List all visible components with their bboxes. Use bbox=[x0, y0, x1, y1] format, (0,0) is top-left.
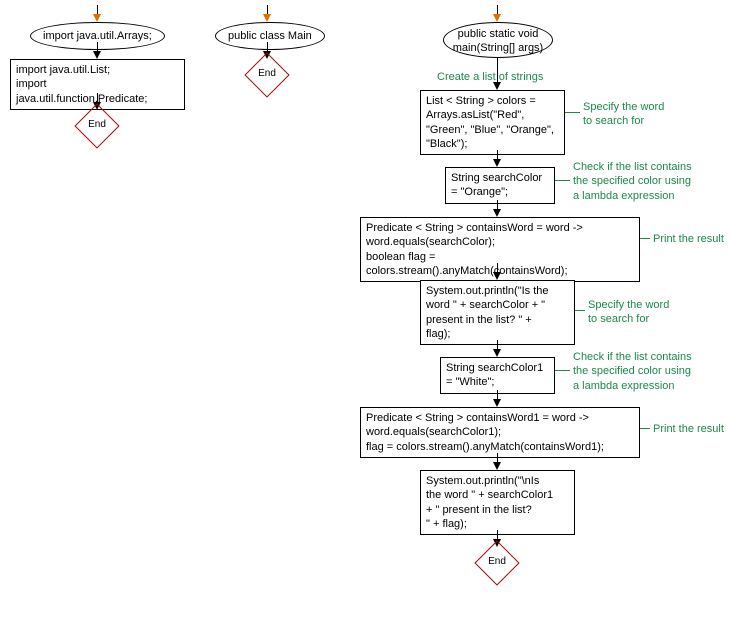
node-text: import java.util.List; import java.util.… bbox=[16, 64, 147, 105]
node-text: List < String > colors = Arrays.asList("… bbox=[426, 95, 554, 150]
end-node-f3: End bbox=[481, 547, 513, 579]
end-label: End bbox=[251, 68, 283, 79]
end-label: End bbox=[481, 556, 513, 567]
comment-connector bbox=[565, 112, 580, 113]
comment-connector bbox=[555, 370, 570, 371]
start-node-f2: public class Main bbox=[215, 22, 325, 50]
comment-specify-word-1: Specify the word to search for bbox=[583, 100, 664, 129]
node-text: System.out.println("Is the word " + sear… bbox=[426, 285, 549, 340]
arrow-head-icon bbox=[93, 14, 101, 22]
arrow-head-icon bbox=[493, 399, 501, 407]
code-node-predicate-2: Predicate < String > containsWord1 = wor… bbox=[360, 407, 640, 458]
connector-line bbox=[497, 58, 498, 83]
comment-check-2: Check if the list contains the specified… bbox=[573, 350, 692, 393]
arrow-head-icon bbox=[493, 159, 501, 167]
node-text: System.out.println("\nIs the word " + se… bbox=[426, 475, 553, 530]
code-node-println-2: System.out.println("\nIs the word " + se… bbox=[420, 470, 575, 535]
flowchart-canvas: import java.util.Arrays; import java.uti… bbox=[0, 0, 739, 644]
code-node-list: List < String > colors = Arrays.asList("… bbox=[420, 90, 565, 155]
arrow-head-icon bbox=[493, 82, 501, 90]
comment-specify-word-2: Specify the word to search for bbox=[588, 298, 669, 327]
arrow-head-icon bbox=[493, 14, 501, 22]
code-node-searchcolor: String searchColor = "Orange"; bbox=[445, 167, 555, 204]
end-label: End bbox=[81, 119, 113, 130]
comment-connector bbox=[640, 428, 650, 429]
end-node-f2: End bbox=[251, 59, 283, 91]
node-text: String searchColor = "Orange"; bbox=[451, 172, 542, 198]
end-node-f1: End bbox=[81, 110, 113, 142]
arrow-head-icon bbox=[263, 14, 271, 22]
comment-create-list: Create a list of strings bbox=[437, 70, 543, 84]
arrow-head-icon bbox=[493, 349, 501, 357]
comment-connector bbox=[575, 310, 585, 311]
comment-check-1: Check if the list contains the specified… bbox=[573, 160, 692, 203]
code-node-searchcolor1: String searchColor1 = "White"; bbox=[440, 357, 555, 394]
arrow-head-icon bbox=[493, 209, 501, 217]
node-text: public static void main(String[] args) bbox=[453, 28, 543, 54]
comment-print-2: Print the result bbox=[653, 422, 724, 436]
arrow-head-icon bbox=[493, 462, 501, 470]
comment-connector bbox=[555, 180, 570, 181]
node-text: String searchColor1 = "White"; bbox=[446, 362, 543, 388]
arrow-head-icon bbox=[93, 51, 101, 59]
comment-print-1: Print the result bbox=[653, 232, 724, 246]
arrow-head-icon bbox=[493, 272, 501, 280]
start-node-f3: public static void main(String[] args) bbox=[443, 22, 553, 58]
node-text: Predicate < String > containsWord1 = wor… bbox=[366, 412, 604, 453]
node-text: Predicate < String > containsWord = word… bbox=[366, 222, 583, 277]
code-node-println-1: System.out.println("Is the word " + sear… bbox=[420, 280, 575, 345]
comment-connector bbox=[640, 238, 650, 239]
